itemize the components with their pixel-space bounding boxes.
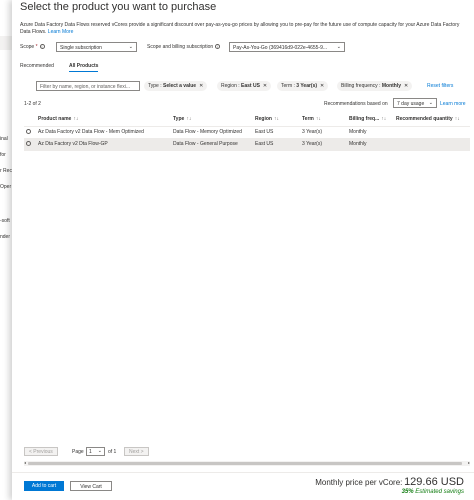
- purchase-panel: Select the product you want to purchase …: [12, 0, 474, 500]
- panel-description: Azure Data Factory Data Flows reserved v…: [20, 22, 470, 36]
- type-cell: Data Flow - General Purpose: [171, 138, 253, 151]
- products-grid: Product name ↑↓ Type ↑↓ Region ↑↓ Term ↑↓ Bi…: [24, 112, 470, 462]
- page-label: Page: [72, 449, 84, 455]
- close-icon[interactable]: ✕: [199, 83, 203, 89]
- scope-row: Scope * i Single subscription ⌄ Scope and …: [20, 42, 470, 53]
- background-text: inal: [0, 136, 8, 142]
- type-cell: Data Flow - Memory Optimized: [171, 126, 253, 139]
- price-label: Monthly price per vCore:: [315, 478, 403, 487]
- row-select-radio[interactable]: [24, 138, 36, 151]
- column-header-product-name[interactable]: Product name ↑↓: [36, 112, 171, 127]
- background-page: inal for r Rec Oper -soft nder: [0, 0, 12, 500]
- background-text: Oper: [0, 184, 12, 190]
- billing-subscription-label: Scope and billing subscription i: [147, 44, 221, 50]
- region-cell: East US: [253, 126, 300, 139]
- view-cart-button[interactable]: View Cart: [70, 481, 112, 491]
- recommended-quantity-cell: [394, 138, 470, 151]
- scope-dropdown[interactable]: Single subscription ⌄: [56, 42, 137, 52]
- tab-all-products[interactable]: All Products: [69, 63, 99, 72]
- scroll-left-icon[interactable]: ◂: [24, 460, 26, 465]
- row-select-radio[interactable]: [24, 126, 36, 139]
- column-header-term[interactable]: Term ↑↓: [300, 112, 347, 127]
- active-tab-indicator: [69, 71, 99, 72]
- column-header-billing-frequency[interactable]: Billing freq... ↑↓: [347, 112, 394, 127]
- chevron-down-icon: ⌄: [128, 44, 133, 50]
- region-cell: East US: [253, 138, 300, 151]
- table-header-row: Product name ↑↓ Type ↑↓ Region ↑↓ Term ↑↓ Bi…: [24, 112, 470, 127]
- scroll-right-icon[interactable]: ▸: [468, 460, 470, 465]
- term-cell: 3 Year(s): [300, 138, 347, 151]
- billing-subscription-dropdown[interactable]: Pay-As-You-Go (369416d9-022e-4655-9... ⌄: [229, 42, 345, 52]
- chevron-down-icon: ⌄: [336, 44, 341, 50]
- page-count: of 1: [108, 449, 117, 455]
- estimated-savings: 35% Estimated savings: [401, 489, 464, 495]
- filter-pill-billing-frequency[interactable]: Billing frequency : Monthly ✕: [337, 81, 413, 91]
- products-table: Product name ↑↓ Type ↑↓ Region ↑↓ Term ↑↓ Bi…: [24, 112, 470, 151]
- horizontal-scrollbar[interactable]: ◂ ▸: [24, 460, 470, 466]
- panel-title: Select the product you want to purchase: [20, 1, 217, 13]
- filter-pill-type[interactable]: Type : Select a value ✕: [144, 81, 208, 91]
- previous-page-button[interactable]: < Previous: [24, 447, 58, 456]
- filter-pill-region[interactable]: Region : East US ✕: [217, 81, 272, 91]
- recommendations-learn-more-link[interactable]: Learn more: [440, 101, 466, 107]
- scrollbar-thumb[interactable]: [28, 462, 462, 465]
- select-column-header: [24, 112, 36, 127]
- scope-label: Scope * i: [20, 44, 45, 50]
- background-text: for: [0, 152, 6, 158]
- close-icon[interactable]: ✕: [404, 83, 408, 89]
- learn-more-link[interactable]: Learn More: [48, 29, 74, 35]
- sort-icon[interactable]: ↑↓: [316, 116, 321, 122]
- background-strip: [0, 36, 12, 50]
- table-row[interactable]: Az Dta Factory v2 Dta Flow-GP Data Flow …: [24, 138, 470, 151]
- recommendations-dropdown[interactable]: 7 day usage ⌄: [393, 98, 437, 108]
- close-icon[interactable]: ✕: [263, 83, 267, 89]
- description-text: Azure Data Factory Data Flows reserved v…: [20, 22, 460, 35]
- term-cell: 3 Year(s): [300, 126, 347, 139]
- sort-icon[interactable]: ↑↓: [381, 116, 386, 122]
- filter-search-input[interactable]: Filter by name, region, or instance flex…: [36, 81, 140, 91]
- sort-icon[interactable]: ↑↓: [274, 116, 279, 122]
- filter-pill-term[interactable]: Term : 3 Year(s) ✕: [277, 81, 329, 91]
- price-value: 129.66 USD: [404, 476, 464, 488]
- tab-recommended[interactable]: Recommended: [20, 63, 54, 69]
- chevron-down-icon: ⌄: [428, 100, 433, 106]
- table-row[interactable]: Az Data Factory v2 Data Flow - Mem Optim…: [24, 126, 470, 139]
- info-icon[interactable]: i: [215, 44, 221, 50]
- background-text: nder: [0, 234, 11, 240]
- recommended-quantity-cell: [394, 126, 470, 139]
- results-count: 1-2 of 2: [24, 101, 41, 107]
- recommendations-label: Recommendations based on: [324, 101, 388, 107]
- price-summary: Monthly price per vCore: 129.66 USD: [315, 476, 464, 488]
- background-text: r Rec: [0, 168, 12, 174]
- page-number-dropdown[interactable]: 1 ⌄: [86, 447, 105, 456]
- chevron-down-icon: ⌄: [97, 448, 102, 454]
- column-header-type[interactable]: Type ↑↓: [171, 112, 253, 127]
- sort-icon[interactable]: ↑↓: [73, 116, 78, 122]
- product-name-cell: Az Data Factory v2 Data Flow - Mem Optim…: [36, 126, 171, 139]
- background-text: -soft: [0, 218, 10, 224]
- next-page-button[interactable]: Next >: [124, 447, 149, 456]
- column-header-region[interactable]: Region ↑↓: [253, 112, 300, 127]
- close-icon[interactable]: ✕: [320, 83, 324, 89]
- billing-frequency-cell: Monthly: [347, 138, 394, 151]
- billing-frequency-cell: Monthly: [347, 126, 394, 139]
- sort-icon[interactable]: ↑↓: [186, 116, 191, 122]
- sort-icon[interactable]: ↑↓: [455, 116, 460, 122]
- column-header-recommended-quantity[interactable]: Recommended quantity ↑↓: [394, 112, 470, 127]
- reset-filters-link[interactable]: Reset filters: [427, 83, 453, 89]
- product-name-cell: Az Dta Factory v2 Dta Flow-GP: [36, 138, 171, 151]
- add-to-cart-button[interactable]: Add to cart: [24, 481, 64, 491]
- footer-divider: [12, 472, 474, 473]
- info-icon[interactable]: i: [39, 44, 45, 50]
- results-bar: 1-2 of 2 Recommendations based on 7 day …: [24, 98, 470, 109]
